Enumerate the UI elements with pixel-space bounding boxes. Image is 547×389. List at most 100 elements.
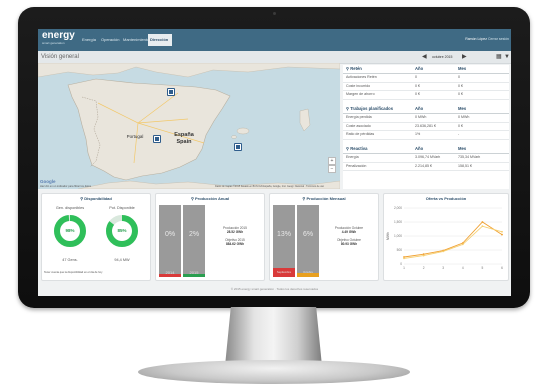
row-label: Margen de ahorro — [346, 92, 375, 96]
prod-value: 4.49 GWh — [341, 230, 357, 235]
row-year: 2.214,85 € — [415, 163, 432, 168]
widget-title: ⚲ Disponibilidad — [80, 196, 112, 201]
bar-pct: 6% — [302, 231, 314, 238]
app-logo[interactable]: energy — [42, 30, 75, 41]
row-year: 23.636,281 € — [415, 123, 436, 128]
bar-2014: 0% 2014 — [159, 205, 181, 277]
widget-produccion-mensual: ⚲ Producción Mensual 13% Septiembre 6% O… — [269, 193, 379, 281]
row-month: 0 € — [458, 92, 463, 96]
row-year: 0 € — [415, 92, 420, 96]
nav-direccion[interactable]: Dirección — [150, 37, 168, 43]
series-point — [403, 257, 405, 260]
x-tick-label: 5 — [482, 266, 484, 270]
col-year: Año — [415, 146, 424, 151]
y-tick-label: 1,500 — [394, 220, 402, 224]
pot-pct: 85% — [117, 228, 127, 233]
pot-disponible-label: Pot. Disponible — [109, 206, 135, 210]
map-marker-north[interactable] — [167, 88, 175, 96]
series-point — [422, 254, 425, 257]
table-row: Activaciones Retén 0 0 — [343, 74, 509, 83]
prod-value: 884.62 GWh — [225, 242, 245, 247]
gen-disponibles-label: Gen. disponibles — [55, 206, 85, 210]
nav-mantenimiento[interactable]: Mantenimiento — [123, 37, 149, 43]
col-month: Mes — [458, 66, 467, 71]
widget-oferta-produccion: Oferta vs Producción 0 500 1,000 1,500 2,000… — [383, 193, 509, 281]
table-row: Coste incurrido 0 € 0 € — [343, 83, 509, 91]
row-label: Coste asociado — [346, 123, 371, 128]
table-row: Energía 3.096,74 MVarh 735,34 MVarh — [343, 154, 509, 163]
zoom-out-button[interactable]: − — [328, 165, 336, 173]
map-attribution: Datos de mapas ©2015 basado en BCN IGN E… — [215, 185, 324, 188]
map-label-espana: España — [174, 132, 194, 138]
logout-link[interactable]: Cerrar sesión — [488, 37, 509, 42]
prod-value: 80.93 GWh — [340, 242, 358, 247]
bar-year: 2014 — [165, 270, 175, 275]
y-tick-label: 1,000 — [394, 234, 402, 238]
row-year: 1% — [415, 132, 421, 136]
map-label-portugal: Portugal — [126, 134, 144, 139]
table-reactiva: ⚲ Reactiva Año Mes Energía 3.096,74 MVarh… — [343, 145, 509, 171]
row-year: 3.096,74 MVarh — [415, 155, 441, 159]
map-label-spain: Spain — [176, 139, 192, 145]
widget-title-text: Disponibilidad — [84, 196, 112, 201]
y-axis-label: MWh — [386, 232, 390, 240]
table-row: Margen de ahorro 0 € 0 € — [343, 91, 509, 100]
row-month: - — [458, 132, 460, 136]
row-month: 0 MWh — [458, 115, 470, 119]
series-line — [403, 225, 503, 259]
row-label: Activaciones Retén — [346, 75, 377, 79]
row-year: 0 MWh — [415, 115, 427, 119]
gen-count: 47 Gens. — [62, 258, 78, 262]
series-point — [442, 250, 445, 253]
next-month-icon[interactable]: ▶ — [462, 53, 467, 61]
monitor-frame: energy smart generation Energía Operació… — [18, 7, 530, 308]
table-row: Penalización 2.214,85 € 158,51 € — [343, 163, 509, 171]
bar-septiembre: 13% Septiembre — [273, 205, 295, 277]
map-marker-west[interactable] — [153, 135, 161, 143]
series-point — [461, 243, 464, 246]
gen-pct: 98% — [65, 228, 75, 233]
prev-month-icon[interactable]: ◀ — [422, 53, 427, 61]
bar-month: Octubre — [303, 270, 313, 274]
date-selector[interactable]: octubre 2015 — [432, 54, 452, 60]
app-logo-subtitle: smart generation — [42, 41, 65, 45]
table-header: ⚲ Reactiva Año Mes — [343, 145, 509, 154]
monitor-stand-base — [138, 360, 410, 384]
nav-energia[interactable]: Energía — [82, 37, 96, 43]
prod-mensual-objetivo: Objetivo Octubre 80.93 GWh — [322, 238, 376, 246]
bar-2015: 2% 2015 — [183, 205, 205, 277]
map-view[interactable]: Portugal España Spain + − Google Haz cli… — [38, 63, 340, 189]
widget-title: ⚲ Producción Mensual — [302, 196, 346, 201]
zoom-in-button[interactable]: + — [328, 157, 336, 165]
row-label: Energía perdida — [346, 115, 372, 119]
table-title-text: Trabajos planificados — [350, 106, 394, 111]
google-logo: Google — [40, 179, 56, 184]
bar-pct: 0% — [164, 231, 176, 238]
table-header: ⚲ Retén Año Mes — [343, 65, 509, 74]
availability-note: Tener cuenta que la disponibilidad en el… — [44, 271, 103, 274]
line-chart: 0 500 1,000 1,500 2,000 1 2 3 4 5 6 MWh — [386, 206, 503, 270]
nav-operacion[interactable]: Operación — [101, 37, 119, 43]
widget-title-text: Producción Mensual — [306, 196, 346, 201]
table-title: ⚲ Trabajos planificados — [346, 106, 394, 111]
row-label: Energía — [346, 155, 359, 159]
series-point — [501, 233, 503, 236]
filter-icon[interactable]: ▼ — [504, 53, 510, 61]
map-canvas — [38, 63, 340, 189]
x-tick-label: 4 — [462, 266, 464, 270]
kpi-tables: ⚲ Retén Año Mes Activaciones Retén 0 0 Cos… — [343, 65, 509, 189]
user-name[interactable]: Ramón López — [465, 37, 487, 42]
col-year: Año — [415, 66, 424, 71]
table-title-text: Reactiva — [350, 146, 368, 151]
series-point — [481, 225, 484, 228]
widget-title: ⚲ Producción Anual — [190, 196, 230, 201]
table-row: Ratio de pérdidas 1% - — [343, 131, 509, 140]
footer-text: © 2015 energy smart generation · Todos l… — [230, 287, 319, 291]
bar-month: Septiembre — [276, 270, 292, 274]
col-month: Mes — [458, 106, 467, 111]
map-marker-east[interactable] — [234, 143, 242, 151]
prod-value: 28.52 GWh — [226, 230, 244, 235]
calendar-icon[interactable]: ▦ — [496, 53, 502, 61]
x-tick-label: 2 — [423, 266, 425, 270]
row-month: 735,34 MVarh — [458, 155, 481, 159]
